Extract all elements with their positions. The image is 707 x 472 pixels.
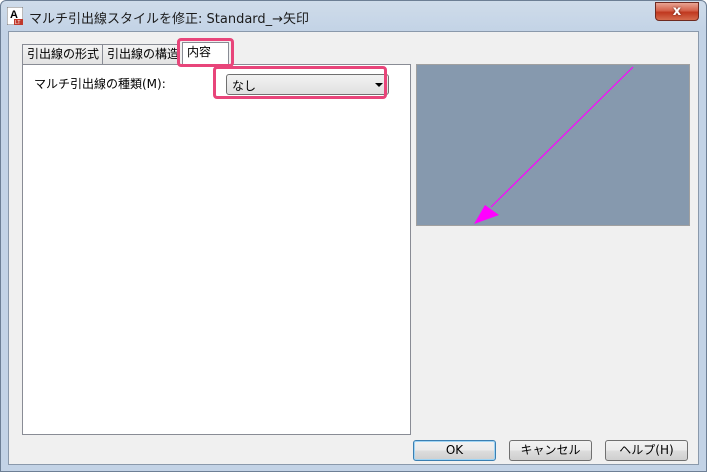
- leader-line: [490, 66, 634, 208]
- tab-content[interactable]: 内容: [182, 42, 229, 64]
- window-title: マルチ引出線スタイルを修正: Standard_→矢印: [29, 12, 310, 27]
- dialog-window: A LT マルチ引出線スタイルを修正: Standard_→矢印 x 引出線の形…: [0, 0, 707, 472]
- tab-leader-structure[interactable]: 引出線の構造: [102, 44, 180, 64]
- leader-preview-drawing: [474, 66, 634, 224]
- title-bar: A LT マルチ引出線スタイルを修正: Standard_→矢印 x: [1, 1, 706, 31]
- close-button[interactable]: x: [655, 2, 699, 21]
- close-icon: x: [672, 4, 682, 19]
- leader-arrowhead: [474, 205, 499, 224]
- multileader-type-label: マルチ引出線の種類(M):: [34, 77, 166, 91]
- multileader-type-dropdown[interactable]: なし: [226, 74, 389, 95]
- cancel-button[interactable]: キャンセル: [509, 440, 592, 461]
- icon-badge: LT: [15, 20, 20, 25]
- chevron-down-icon: [375, 83, 383, 87]
- tab-label: 引出線の構造: [107, 47, 180, 61]
- tab-leader-format[interactable]: 引出線の形式: [22, 44, 103, 64]
- leader-preview: [416, 64, 690, 226]
- content-tab-panel: マルチ引出線の種類(M): なし: [22, 64, 411, 435]
- help-button[interactable]: ヘルプ(H): [605, 440, 688, 461]
- dialog-client-area: 引出線の形式 引出線の構造 内容 マルチ引出線の種類(M): なし OK キャン…: [8, 31, 699, 465]
- dropdown-selected-value: なし: [232, 79, 257, 93]
- tab-label: 内容: [187, 45, 212, 59]
- tab-label: 引出線の形式: [27, 47, 100, 61]
- autocad-lt-app-icon: A LT: [6, 6, 24, 26]
- ok-button[interactable]: OK: [413, 440, 496, 461]
